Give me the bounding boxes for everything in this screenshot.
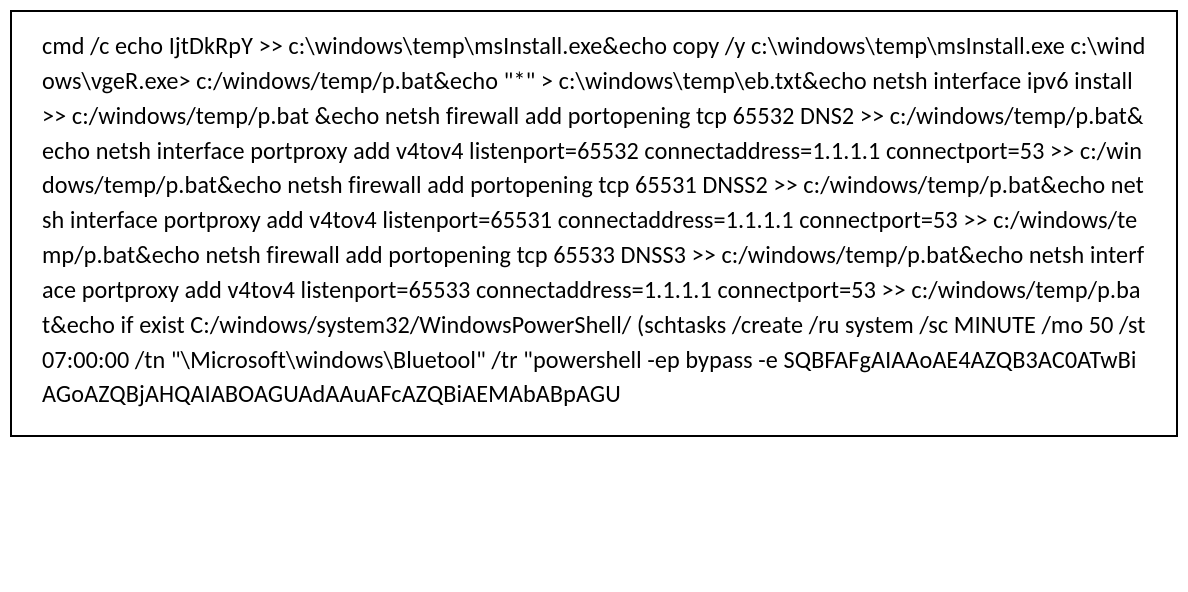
code-content: cmd /c echo IjtDkRpY >> c:\windows\temp\… xyxy=(42,30,1146,413)
code-box: cmd /c echo IjtDkRpY >> c:\windows\temp\… xyxy=(10,10,1178,437)
